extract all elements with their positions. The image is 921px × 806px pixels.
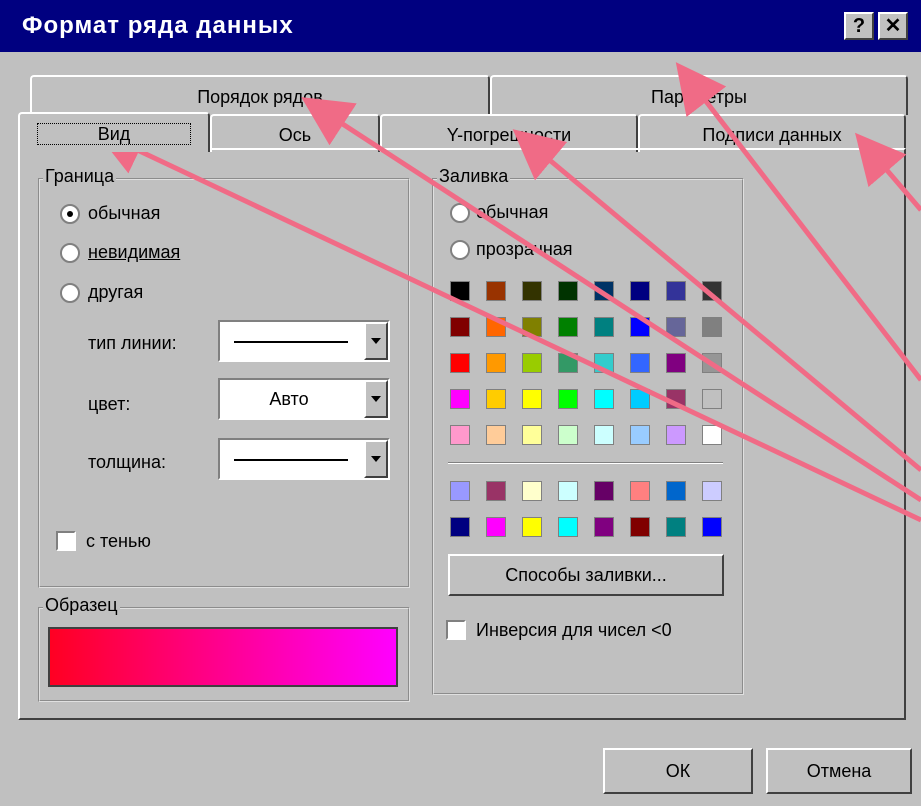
arrow-to-options-tab	[675, 62, 921, 382]
arrow-to-series-order-tab	[301, 97, 921, 503]
tab-label: Вид	[36, 123, 192, 145]
tab-patterns[interactable]: Вид	[18, 112, 210, 152]
arrow-to-patterns-tab	[93, 128, 921, 523]
arrow-to-data-labels-tab	[855, 132, 921, 212]
